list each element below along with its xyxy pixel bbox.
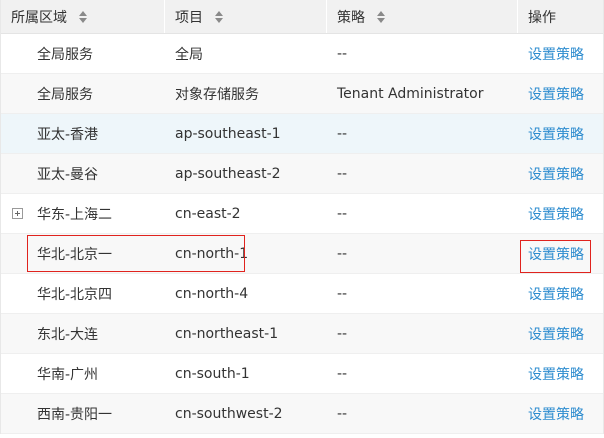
header-action: 操作 (528, 9, 556, 26)
set-policy-link[interactable]: 设置策略 (528, 84, 584, 104)
region-cell: 全局服务 (37, 46, 93, 63)
table-row: 华北-北京四 cn-north-4 -- 设置策略 (1, 274, 603, 314)
project-cell: cn-southwest-2 (175, 405, 283, 422)
project-cell: cn-east-2 (175, 205, 241, 222)
set-policy-link[interactable]: 设置策略 (528, 244, 584, 264)
project-cell: ap-southeast-1 (175, 125, 281, 142)
table-row: 亚太-曼谷 ap-southeast-2 -- 设置策略 (1, 154, 603, 194)
sort-icon[interactable] (377, 10, 385, 23)
table-row: 西南-贵阳一 cn-southwest-2 -- 设置策略 (1, 394, 603, 434)
set-policy-link[interactable]: 设置策略 (528, 364, 584, 384)
policy-cell: -- (337, 325, 348, 342)
set-policy-link[interactable]: 设置策略 (528, 164, 584, 184)
set-policy-link[interactable]: 设置策略 (528, 124, 584, 144)
region-cell: 华南-广州 (37, 366, 99, 383)
project-cell: cn-northeast-1 (175, 325, 279, 342)
policy-cell: -- (337, 285, 348, 302)
project-cell: 对象存储服务 (175, 86, 259, 103)
table-row: 全局服务 对象存储服务 Tenant Administrator 设置策略 (1, 74, 603, 114)
project-cell: cn-north-4 (175, 285, 249, 302)
table-row: 东北-大连 cn-northeast-1 -- 设置策略 (1, 314, 603, 354)
table-row: 华南-广州 cn-south-1 -- 设置策略 (1, 354, 603, 394)
region-cell: 华北-北京四 (37, 286, 113, 303)
policy-cell: -- (337, 405, 348, 422)
permissions-table: 所属区域 项目 策略 操作 全局服务 全局 -- 设置策略 全局服务 对象存储服… (0, 0, 604, 434)
policy-cell: -- (337, 125, 348, 142)
region-cell: 华东-上海二 (1, 194, 165, 233)
set-policy-link[interactable]: 设置策略 (528, 44, 584, 64)
policy-cell: -- (337, 45, 348, 62)
sort-icon[interactable] (215, 10, 223, 23)
set-policy-link[interactable]: 设置策略 (528, 204, 584, 224)
policy-cell: -- (337, 365, 348, 382)
project-cell: cn-south-1 (175, 365, 250, 382)
project-cell: ap-southeast-2 (175, 165, 281, 182)
expand-icon[interactable] (12, 207, 23, 219)
project-cell: 全局 (175, 46, 203, 63)
table-row: 全局服务 全局 -- 设置策略 (1, 34, 603, 74)
header-project[interactable]: 项目 (165, 0, 327, 33)
header-policy[interactable]: 策略 (327, 0, 518, 33)
policy-cell: Tenant Administrator (337, 85, 484, 102)
header-region[interactable]: 所属区域 (1, 0, 165, 33)
region-cell: 东北-大连 (37, 326, 99, 343)
region-cell: 亚太-香港 (37, 126, 99, 143)
table-header: 所属区域 项目 策略 操作 (1, 0, 603, 34)
region-cell: 西南-贵阳一 (37, 406, 113, 423)
table-row: 华北-北京一 cn-north-1 -- 设置策略 (1, 234, 603, 274)
region-cell: 亚太-曼谷 (37, 166, 99, 183)
project-cell: cn-north-1 (175, 245, 249, 262)
region-cell: 全局服务 (37, 86, 93, 103)
table-row: 华东-上海二 cn-east-2 -- 设置策略 (1, 194, 603, 234)
set-policy-link[interactable]: 设置策略 (528, 284, 584, 304)
set-policy-link[interactable]: 设置策略 (528, 404, 584, 424)
policy-cell: -- (337, 245, 348, 262)
policy-cell: -- (337, 165, 348, 182)
table-row: 亚太-香港 ap-southeast-1 -- 设置策略 (1, 114, 603, 154)
region-cell: 华北-北京一 (37, 246, 113, 263)
set-policy-link[interactable]: 设置策略 (528, 324, 584, 344)
sort-icon[interactable] (79, 10, 87, 23)
policy-cell: -- (337, 205, 348, 222)
